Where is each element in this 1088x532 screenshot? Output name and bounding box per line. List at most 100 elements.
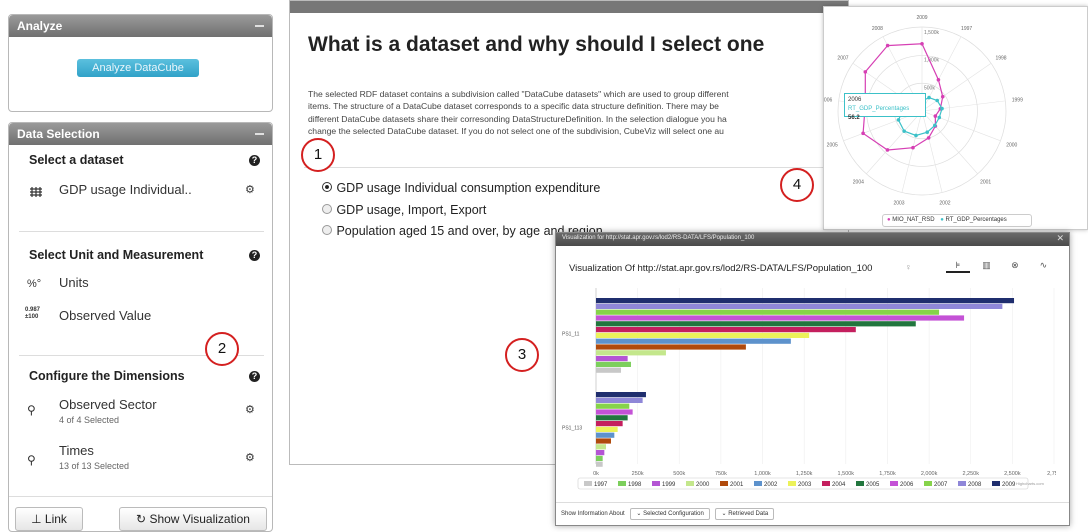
units-item[interactable]: Units	[59, 275, 89, 290]
bar-2006-PS1_11	[596, 315, 965, 321]
polar-spoke	[921, 110, 943, 193]
help-icon[interactable]: ?	[249, 371, 260, 382]
pie-chart-icon[interactable]: ⊗	[1003, 260, 1027, 271]
polar-angle-label: 2005	[827, 142, 838, 148]
legend-swatch	[686, 481, 694, 486]
collapse-icon[interactable]	[255, 25, 264, 27]
help-icon[interactable]: ?	[249, 250, 260, 261]
collapse-icon[interactable]	[255, 133, 264, 135]
polar-angle-label: 2001	[980, 179, 991, 185]
polar-series-mio-point	[940, 94, 945, 99]
body-line: change the selected DataCube dataset. If…	[308, 125, 724, 136]
chart-credit: Highcharts.com	[1016, 481, 1044, 486]
legend-label: 2006	[900, 482, 914, 488]
show-visualization-button[interactable]: ↻ Show Visualization	[119, 507, 267, 531]
x-tick-label: 2,000k	[921, 471, 938, 477]
data-selection-title: Data Selection	[17, 127, 100, 141]
legend-swatch	[618, 481, 626, 486]
legend-swatch	[822, 481, 830, 486]
bar-2008-PS1_113	[596, 397, 643, 403]
viz-titlebar[interactable]: Visualization for http://stat.apr.gov.rs…	[556, 233, 1069, 246]
analyze-panel: Analyze Analyze DataCube	[8, 14, 273, 112]
dimension-sub-times: 13 of 13 Selected	[59, 461, 130, 471]
analyze-datacube-button[interactable]: Analyze DataCube	[77, 59, 199, 77]
bar-chart-icon[interactable]: ⊧	[946, 260, 970, 273]
body-line: The selected RDF dataset contains a subd…	[308, 89, 729, 99]
polar-angle-label: 2009	[916, 15, 927, 21]
dimension-settings-icon[interactable]: ⚙	[245, 451, 255, 464]
callout-1: 1	[301, 138, 335, 172]
dataset-option[interactable]: GDP usage Individual consumption expendi…	[322, 179, 600, 197]
retrieved-data-button[interactable]: ⌄ Retrieved Data	[715, 508, 775, 520]
legend-marker-2: ●	[940, 217, 944, 223]
polar-angle-label: 2002	[939, 200, 950, 206]
option-label: GDP usage, Import, Export	[336, 203, 487, 217]
x-tick-label: 1,250k	[796, 471, 813, 477]
selected-config-label: Selected Configuration	[643, 511, 704, 517]
help-icon[interactable]: ?	[249, 155, 260, 166]
polar-radial-label: 1,000k	[924, 58, 940, 64]
legend-swatch	[652, 481, 660, 486]
polar-series-rt-point	[935, 98, 940, 103]
bar-1999-PS1_11	[596, 356, 628, 362]
legend-label: 2005	[866, 482, 880, 488]
legend-label: 2007	[934, 482, 948, 488]
polar-angle-label: 2006	[824, 98, 832, 104]
radio[interactable]	[322, 204, 332, 214]
legend-swatch	[958, 481, 966, 486]
x-tick-label: 2,250k	[962, 471, 979, 477]
bar-2003-PS1_113	[596, 426, 618, 432]
polar-series-rt-point	[940, 106, 944, 111]
viz-footer: Show Information About ⌄ Selected Config…	[556, 502, 1069, 526]
bar-2006-PS1_113	[596, 409, 633, 415]
legend-label: 2003	[798, 482, 812, 488]
polar-spoke	[921, 110, 978, 175]
x-tick-label: 750k	[715, 471, 727, 477]
bar-2000-PS1_11	[596, 350, 666, 356]
dialog-body: The selected RDF dataset contains a subd…	[308, 88, 828, 137]
dataset-settings-icon[interactable]: ⚙	[245, 183, 255, 196]
legend-label: 2000	[696, 482, 710, 488]
polar-series-rt-point	[902, 129, 906, 133]
bar-2000-PS1_113	[596, 444, 606, 450]
data-selection-header[interactable]: Data Selection	[9, 123, 272, 145]
dimension-label-observed-sector[interactable]: Observed Sector	[59, 397, 157, 412]
tooltip-value: 56.2	[848, 115, 860, 121]
polar-series-rt-point	[927, 95, 931, 100]
radio[interactable]	[322, 225, 332, 235]
polar-radial-label: 1,500k	[924, 30, 940, 36]
polar-series-mio-point	[885, 43, 890, 48]
radio-selected[interactable]	[322, 182, 332, 192]
dataset-option[interactable]: GDP usage, Import, Export	[322, 201, 486, 219]
refresh-icon: ↻	[136, 512, 147, 526]
dimension-label-times[interactable]: Times	[59, 443, 94, 458]
retrieved-data-label: Retrieved Data	[728, 511, 769, 517]
legend-series-1[interactable]: MIO_NAT_RSD	[892, 217, 934, 223]
viz-heading: Visualization Of http://stat.apr.gov.rs/…	[569, 263, 873, 274]
analyze-panel-header[interactable]: Analyze	[9, 15, 272, 37]
legend-swatch	[754, 481, 762, 486]
link-button-label: Link	[44, 512, 67, 526]
callout-4: 4	[780, 168, 814, 202]
column-chart-icon[interactable]: ▥	[974, 260, 998, 271]
link-button[interactable]: ⊥ Link	[15, 507, 83, 531]
analyze-panel-title: Analyze	[17, 19, 63, 33]
bar-1997-PS1_11	[596, 367, 621, 373]
dimension-settings-icon[interactable]: ⚙	[245, 403, 255, 416]
close-icon[interactable]: ✕	[1056, 233, 1064, 244]
show-visualization-label: Show Visualization	[149, 512, 250, 526]
bar-2007-PS1_113	[596, 403, 630, 409]
bar-2002-PS1_113	[596, 432, 615, 438]
selected-configuration-button[interactable]: ⌄ Selected Configuration	[630, 508, 710, 520]
observed-value-item[interactable]: Observed Value	[59, 308, 151, 323]
bulb-icon[interactable]: ♀	[905, 262, 912, 272]
dataset-item[interactable]: GDP usage Individual..	[59, 182, 192, 197]
legend-series-2[interactable]: RT_GDP_Percentages	[946, 217, 1007, 223]
polar-series-mio-point	[911, 145, 915, 150]
legend-label: 2008	[968, 482, 982, 488]
viz-window-title: Visualization for http://stat.apr.gov.rs…	[562, 235, 755, 241]
line-chart-icon[interactable]: ∿	[1031, 260, 1055, 271]
dialog-titlebar[interactable]	[290, 1, 848, 13]
polar-series-mio-point	[936, 77, 941, 82]
bar-1999-PS1_113	[596, 450, 605, 456]
